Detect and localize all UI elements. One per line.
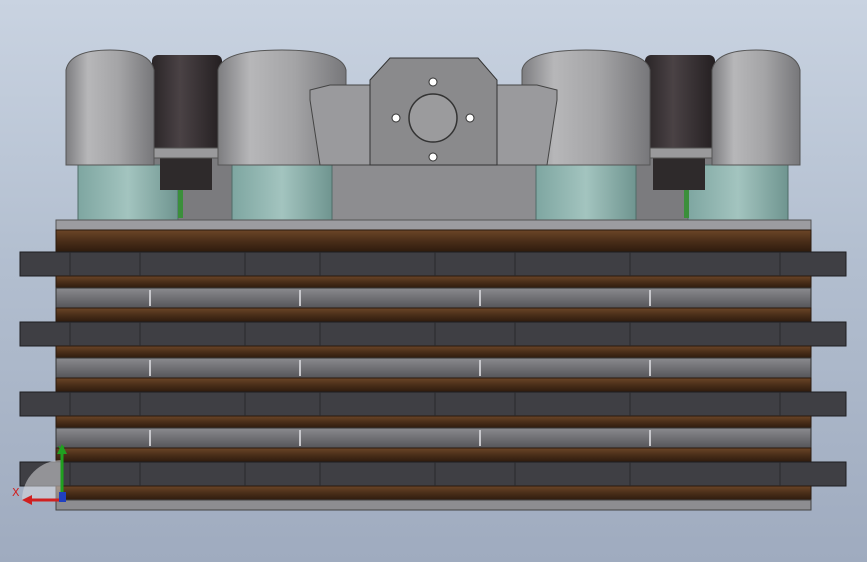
center-bracket — [309, 57, 558, 166]
orientation-triad: Y X — [12, 444, 67, 505]
model-viewport[interactable]: Y X — [0, 0, 867, 562]
y-axis-label: Y — [57, 444, 65, 457]
cad-model[interactable] — [0, 0, 867, 562]
x-axis-label: X — [12, 486, 20, 499]
plate-stack — [19, 229, 847, 511]
upper-assembly — [55, 49, 812, 231]
